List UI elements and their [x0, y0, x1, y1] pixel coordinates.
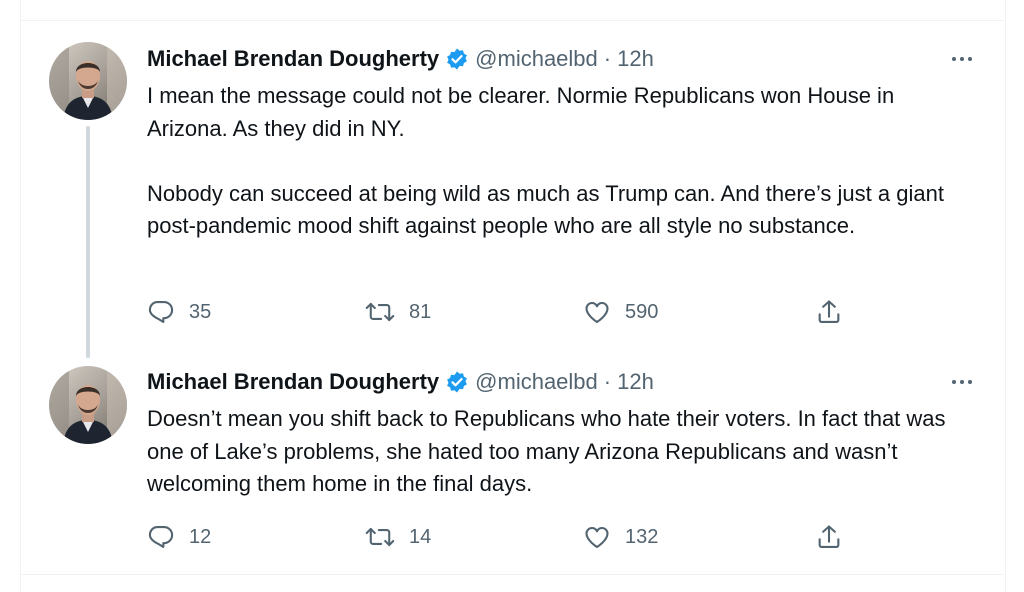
separator-dot: · [603, 46, 612, 71]
tweet-paragraph: Doesn’t mean you shift back to Republica… [147, 406, 946, 496]
retweet-button[interactable]: 14 [365, 522, 431, 552]
verified-badge-icon [445, 47, 469, 71]
tweet-text: Doesn’t mean you shift back to Republica… [147, 403, 977, 501]
avatar[interactable] [49, 366, 127, 444]
divider-bottom [20, 574, 1004, 575]
retweet-icon [365, 298, 395, 326]
tweet-actions: 35 81 590 [147, 297, 847, 327]
author-name[interactable]: Michael Brendan Dougherty [147, 46, 439, 72]
like-icon [583, 523, 611, 551]
tweet-text: I mean the message could not be clearer.… [147, 80, 977, 243]
retweet-button[interactable]: 81 [365, 297, 431, 327]
like-count: 590 [625, 300, 659, 323]
reply-count: 12 [189, 525, 212, 548]
tweet-header: Michael Brendan Dougherty @michaelbd · 1… [147, 44, 654, 74]
tweet-timestamp[interactable]: 12h [617, 369, 654, 395]
reply-count: 35 [189, 300, 212, 323]
like-icon [583, 298, 611, 326]
retweet-count: 81 [409, 300, 432, 323]
like-button[interactable]: 132 [583, 522, 658, 552]
divider-top [20, 20, 1004, 21]
tweet-header: Michael Brendan Dougherty @michaelbd · 1… [147, 367, 654, 397]
author-handle[interactable]: @michaelbd [475, 46, 598, 72]
share-icon [815, 523, 843, 551]
share-icon [815, 298, 843, 326]
tweet-actions: 12 14 132 [147, 522, 847, 552]
retweet-icon [365, 523, 395, 551]
share-button[interactable] [815, 522, 843, 552]
author-handle[interactable]: @michaelbd [475, 369, 598, 395]
tweet-paragraph: Nobody can succeed at being wild as much… [147, 180, 944, 239]
reply-button[interactable]: 35 [147, 297, 211, 327]
reply-button[interactable]: 12 [147, 522, 211, 552]
reply-icon [147, 298, 175, 326]
reply-icon [147, 523, 175, 551]
thread-connector-line [86, 126, 90, 358]
avatar[interactable] [49, 42, 127, 120]
verified-badge-icon [445, 370, 469, 394]
tweet-paragraph: I mean the message could not be clearer.… [147, 83, 895, 141]
like-count: 132 [625, 525, 659, 548]
author-name[interactable]: Michael Brendan Dougherty [147, 369, 439, 395]
separator-dot: · [603, 369, 612, 394]
more-options-icon[interactable] [945, 49, 979, 69]
like-button[interactable]: 590 [583, 297, 658, 327]
tweet-timestamp[interactable]: 12h [617, 46, 654, 72]
share-button[interactable] [815, 297, 843, 327]
retweet-count: 14 [409, 525, 432, 548]
more-options-icon[interactable] [945, 372, 979, 392]
